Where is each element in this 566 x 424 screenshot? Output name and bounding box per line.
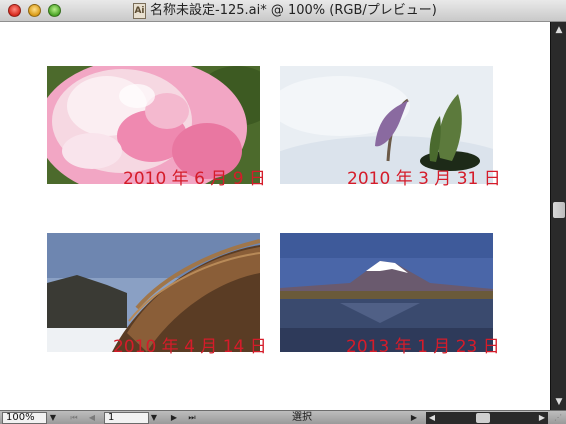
- status-bar: 100% ▼ ⏮ ◀ 1 ▼ ▶ ⏭ 選択 ▶ ◀ ▶ ⋰: [0, 410, 566, 424]
- next-page-icon[interactable]: ▶: [168, 412, 180, 424]
- illustrator-document-icon: Ai: [133, 3, 146, 19]
- window-titlebar: Ai 名称未設定-125.ai* @ 100% (RGB/プレビュー): [0, 0, 566, 22]
- horizontal-scroll-thumb[interactable]: [476, 413, 490, 423]
- status-menu-icon[interactable]: ▶: [408, 412, 420, 424]
- window-title: 名称未設定-125.ai* @ 100% (RGB/プレビュー): [150, 3, 437, 18]
- scroll-right-icon[interactable]: ▶: [536, 412, 548, 424]
- zoom-dropdown-icon[interactable]: ▼: [47, 412, 59, 424]
- photo-peony[interactable]: [47, 66, 260, 184]
- photo-mountain[interactable]: [280, 233, 493, 352]
- scroll-up-icon[interactable]: ▲: [551, 22, 566, 38]
- minimize-window-button[interactable]: [28, 4, 41, 17]
- photo-caption: 2010 年 6 月 9 日: [123, 169, 266, 189]
- zoom-window-button[interactable]: [48, 4, 61, 17]
- artboard-dropdown-icon[interactable]: ▼: [148, 412, 160, 424]
- scroll-down-icon[interactable]: ▼: [551, 394, 566, 410]
- resize-grip-icon[interactable]: ⋰: [552, 412, 564, 424]
- first-page-icon[interactable]: ⏮: [68, 412, 80, 424]
- horizontal-scrollbar[interactable]: [426, 412, 548, 424]
- close-window-button[interactable]: [8, 4, 21, 17]
- vertical-scrollbar[interactable]: ▲ ▼: [550, 22, 566, 410]
- tool-status: 選択: [292, 412, 312, 423]
- photo-bridge[interactable]: [47, 233, 260, 352]
- zoom-field[interactable]: 100%: [2, 412, 47, 424]
- photo-caption: 2010 年 3 月 31 日: [347, 169, 501, 189]
- last-page-icon[interactable]: ⏭: [186, 412, 198, 424]
- photo-caption: 2013 年 1 月 23 日: [346, 337, 500, 357]
- vertical-scroll-thumb[interactable]: [553, 202, 565, 218]
- prev-page-icon[interactable]: ◀: [86, 412, 98, 424]
- photo-snow-flower[interactable]: [280, 66, 493, 184]
- artboard-field[interactable]: 1: [104, 412, 149, 424]
- photo-caption: 2010 年 4 月 14 日: [113, 337, 267, 357]
- scroll-left-icon[interactable]: ◀: [426, 412, 438, 424]
